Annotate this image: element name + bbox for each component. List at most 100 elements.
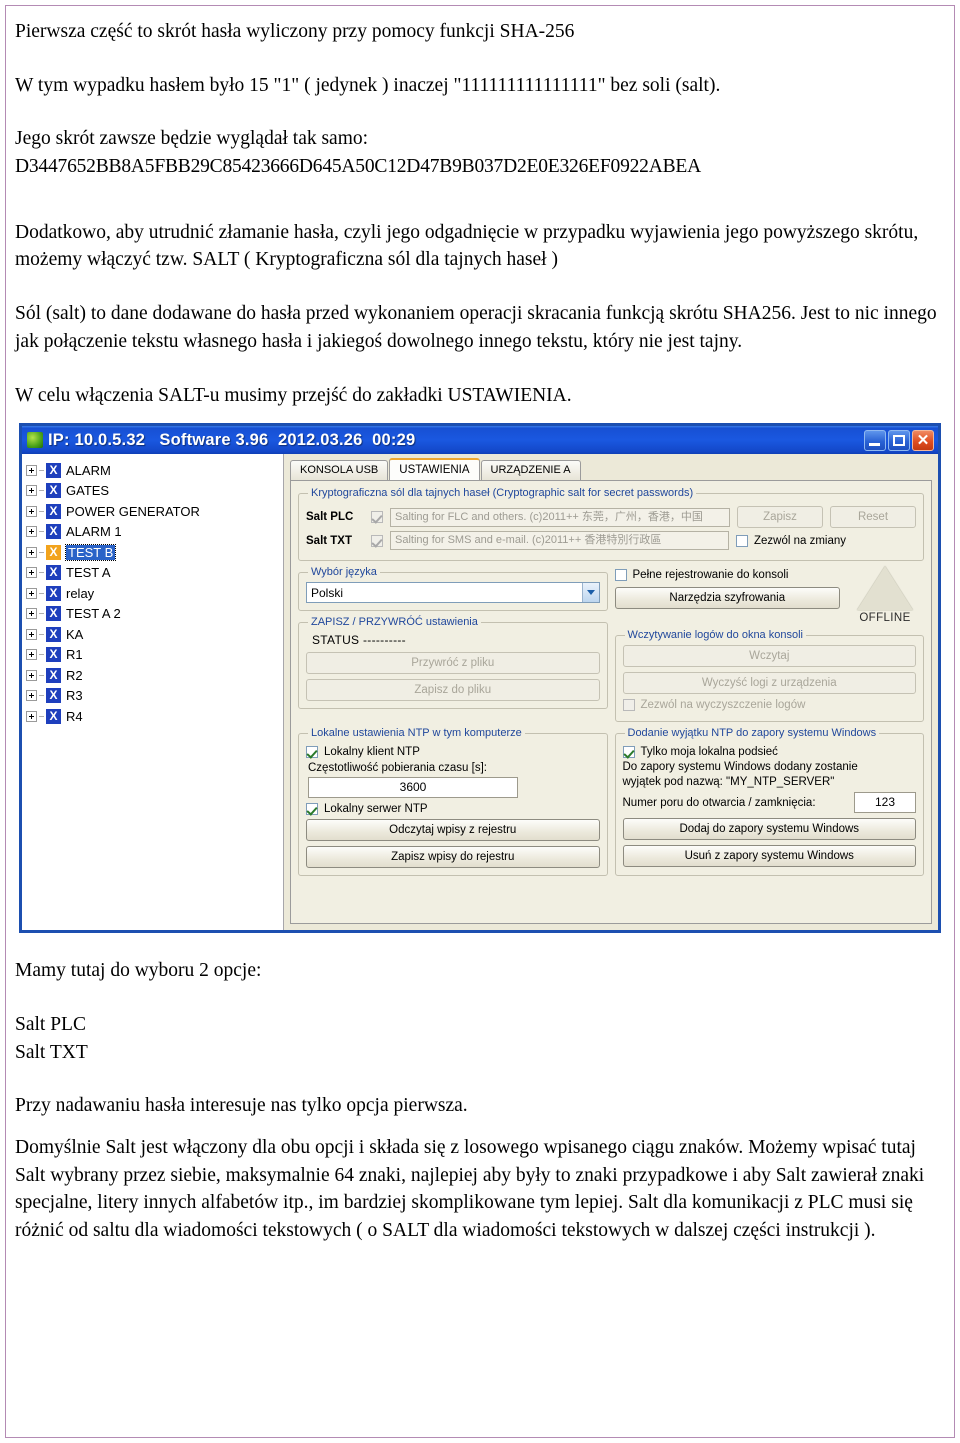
- salt-txt-label: Salt TXT: [306, 534, 353, 547]
- ntp-server-row: Lokalny serwer NTP: [306, 803, 600, 816]
- tree-item-power-generator[interactable]: X POWER GENERATOR: [26, 501, 283, 522]
- tab-urzadzenie-a[interactable]: URZĄDZENIE A: [480, 460, 581, 481]
- expand-icon[interactable]: [26, 628, 37, 640]
- full-logging-label: Pełne rejestrowanie do konsoli: [632, 569, 789, 582]
- tree-item-label: relay: [66, 585, 95, 601]
- firewall-group: Dodanie wyjątku NTP do zapory systemu Wi…: [614, 727, 924, 877]
- tree-item-label: GATES: [66, 483, 110, 499]
- allow-clear-logs-row: Zezwól na wyczyszczenie logów: [622, 699, 917, 712]
- restore-from-file-button[interactable]: Przywróć z pliku: [306, 652, 600, 675]
- expand-icon[interactable]: [26, 710, 37, 722]
- tree-item-ka[interactable]: X KA: [26, 624, 283, 645]
- status-x-icon: X: [46, 708, 61, 724]
- tree-item-alarm-1[interactable]: X ALARM 1: [26, 522, 283, 543]
- tree-item-r3[interactable]: X R3: [26, 686, 283, 707]
- save-to-file-button[interactable]: Zapisz do pliku: [306, 679, 600, 702]
- connection-status-label: OFFLINE: [859, 612, 911, 625]
- tree-item-gates[interactable]: X GATES: [26, 481, 283, 502]
- ntp-group-legend: Lokalne ustawienia NTP w tym komputerze: [311, 727, 522, 740]
- firewall-group-legend: Dodanie wyjątku NTP do zapory systemu Wi…: [627, 727, 877, 740]
- status-x-icon-active: X: [46, 544, 61, 560]
- tree-connector: [39, 674, 44, 676]
- tree-item-r1[interactable]: X R1: [26, 645, 283, 666]
- ntp-client-label: Lokalny klient NTP: [324, 746, 420, 759]
- port-input[interactable]: 123: [854, 792, 916, 814]
- ustawienia-panel: Kryptograficzna sól dla tajnych haseł (C…: [290, 480, 932, 925]
- allow-changes-checkbox[interactable]: [736, 534, 748, 547]
- language-select[interactable]: Polski: [306, 582, 600, 604]
- tree-item-r2[interactable]: X R2: [26, 665, 283, 686]
- tab-konsola-usb[interactable]: KONSOLA USB: [290, 460, 389, 481]
- tree-item-alarm[interactable]: X ALARM: [26, 460, 283, 481]
- expand-icon[interactable]: [26, 464, 37, 476]
- tree-item-test-a[interactable]: X TEST A: [26, 563, 283, 584]
- tree-item-label: TEST A 2: [66, 606, 121, 622]
- tree-connector: [39, 613, 44, 615]
- allow-clear-logs-label: Zezwól na wyczyszczenie logów: [640, 699, 806, 712]
- full-logging-checkbox[interactable]: [614, 569, 627, 582]
- remove-firewall-rule-button[interactable]: Usuń z zapory systemu Windows: [622, 845, 916, 868]
- firewall-note-line-2: wyjątek pod nazwą: "MY_NTP_SERVER": [622, 776, 835, 789]
- expand-icon[interactable]: [26, 587, 37, 599]
- close-button[interactable]: ✕: [912, 429, 934, 451]
- device-tree[interactable]: X ALARM X GATES X POWER GENERATOR X ALAR…: [22, 454, 284, 931]
- tree-item-r4[interactable]: X R4: [26, 706, 283, 727]
- expand-icon[interactable]: [26, 546, 37, 558]
- salt-txt-input[interactable]: Salting for SMS and e-mail. (c)2011++ 香港…: [390, 531, 729, 551]
- expand-icon[interactable]: [26, 608, 37, 620]
- language-selected-value: Polski: [311, 585, 344, 600]
- crypto-tools-button[interactable]: Narzędzia szyfrowania: [614, 587, 840, 610]
- ntp-server-checkbox[interactable]: [306, 803, 318, 816]
- ntp-client-checkbox[interactable]: [306, 746, 318, 759]
- minimize-button[interactable]: [864, 429, 886, 451]
- status-x-icon: X: [46, 626, 61, 642]
- tree-item-label: TEST B: [64, 543, 117, 561]
- expand-icon[interactable]: [26, 649, 37, 661]
- local-subnet-checkbox[interactable]: [622, 746, 635, 759]
- save-restore-legend: ZAPISZ / PRZYWRÓĆ ustawienia: [311, 616, 478, 629]
- salt-plc-input[interactable]: Salting for FLC and others. (c)2011++ 东莞…: [390, 507, 730, 527]
- bottom-columns: Lokalne ustawienia NTP w tym komputerze …: [298, 727, 924, 877]
- tree-item-relay[interactable]: X relay: [26, 583, 283, 604]
- tab-bar: KONSOLA USB USTAWIENIA URZĄDZENIE A: [290, 458, 932, 481]
- ntp-interval-input[interactable]: 3600: [308, 777, 518, 799]
- status-x-icon: X: [46, 688, 61, 704]
- salt-txt-checkbox[interactable]: [371, 534, 383, 547]
- expand-icon[interactable]: [26, 526, 37, 538]
- status-x-icon: X: [46, 647, 61, 663]
- allow-clear-logs-checkbox[interactable]: [622, 699, 635, 712]
- status-x-icon: X: [46, 606, 61, 622]
- tree-connector: [39, 715, 44, 717]
- salt-plc-label: Salt PLC: [306, 511, 354, 524]
- status-x-icon: X: [46, 503, 61, 519]
- salt-plc-checkbox[interactable]: [371, 511, 383, 524]
- paragraph-two-options: Mamy tutaj do wyboru 2 opcje:: [15, 960, 262, 982]
- window-title: IP: 10.0.5.32 Software 3.96 2012.03.26 0…: [48, 430, 416, 449]
- write-registry-button[interactable]: Zapisz wpisy do rejestru: [306, 846, 600, 869]
- status-x-icon: X: [46, 483, 61, 499]
- expand-icon[interactable]: [26, 485, 37, 497]
- paragraph-hash-value: D3447652BB8A5FBB29C85423666D645A50C12D47…: [15, 156, 702, 178]
- chevron-down-icon[interactable]: [581, 583, 599, 603]
- left-column: Wybór języka Polski ZAPISZ / PRZYWRÓĆ us…: [298, 566, 608, 722]
- expand-icon[interactable]: [26, 669, 37, 681]
- tree-connector: [39, 551, 44, 553]
- read-registry-button[interactable]: Odczytaj wpisy z rejestru: [306, 819, 600, 842]
- expand-icon[interactable]: [26, 567, 37, 579]
- maximize-button[interactable]: [888, 429, 910, 451]
- clear-logs-button[interactable]: Wyczyść logi z urządzenia: [622, 672, 916, 695]
- ntp-group: Lokalne ustawienia NTP w tym komputerze …: [298, 727, 608, 877]
- tree-item-test-a-2[interactable]: X TEST A 2: [26, 604, 283, 625]
- app-body: X ALARM X GATES X POWER GENERATOR X ALAR…: [22, 454, 938, 931]
- tab-ustawienia[interactable]: USTAWIENIA: [389, 458, 480, 481]
- add-firewall-rule-button[interactable]: Dodaj do zapory systemu Windows: [622, 818, 916, 841]
- expand-icon[interactable]: [26, 505, 37, 517]
- tree-item-test-b[interactable]: X TEST B: [26, 542, 283, 563]
- salt-reset-button[interactable]: Reset: [830, 506, 916, 529]
- paragraph-salt-definition: Sól (salt) to dane dodawane do hasła prz…: [15, 303, 937, 352]
- status-x-icon: X: [46, 524, 61, 540]
- expand-icon[interactable]: [26, 690, 37, 702]
- minimize-icon: [869, 442, 880, 446]
- load-logs-button[interactable]: Wczytaj: [622, 645, 916, 668]
- salt-save-button[interactable]: Zapisz: [737, 506, 823, 529]
